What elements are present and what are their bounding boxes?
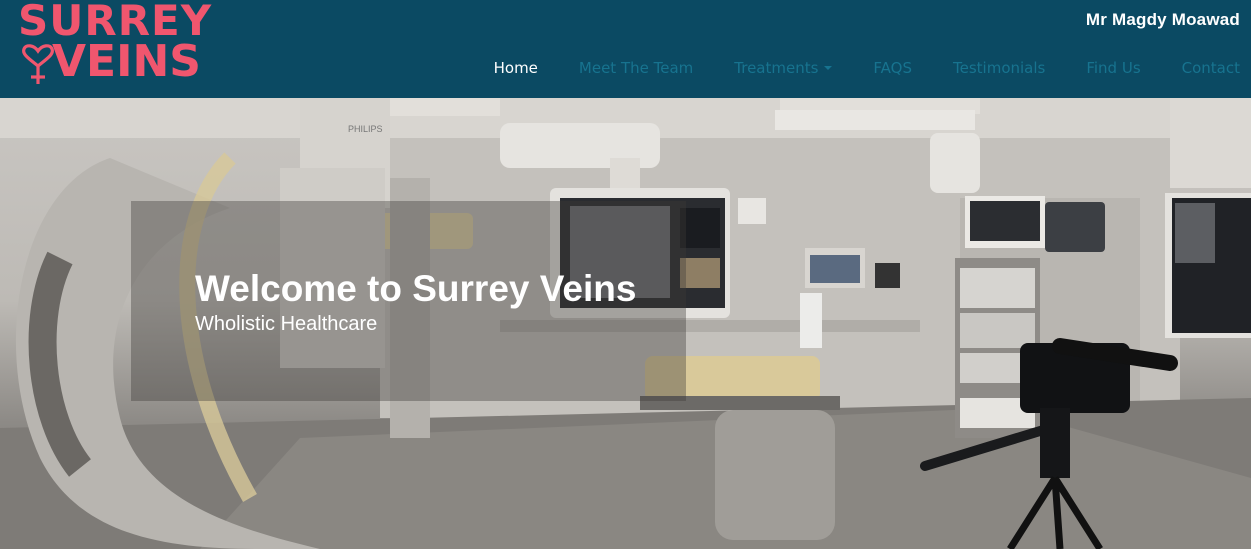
site-header: SURREY VEINS Mr Magdy Moawad Home Meet T… — [0, 0, 1251, 98]
main-nav: Home Meet The Team Treatments FAQS Testi… — [453, 57, 1240, 79]
nav-find-us[interactable]: Find Us — [1086, 59, 1140, 77]
nav-treatments-label: Treatments — [734, 59, 819, 77]
hero-title: Welcome to Surrey Veins — [195, 268, 637, 309]
philips-label: PHILIPS — [348, 124, 383, 134]
nav-contact[interactable]: Contact — [1182, 59, 1240, 77]
nav-meet-the-team-label: Meet The Team — [578, 59, 694, 77]
nav-testimonials-label: Testimonials — [953, 59, 1046, 77]
logo-text-veins: VEINS — [52, 36, 201, 87]
nav-testimonials[interactable]: Testimonials — [953, 59, 1045, 77]
nav-faqs-label: FAQS — [873, 59, 912, 77]
surrey-veins-logo[interactable]: SURREY VEINS — [18, 0, 223, 92]
chevron-down-icon — [824, 66, 833, 70]
nav-home-label: Home — [493, 59, 538, 77]
heart-venus-icon — [22, 44, 54, 84]
nav-meet-the-team[interactable]: Meet The Team — [579, 59, 693, 77]
nav-contact-label: Contact — [1181, 59, 1240, 77]
hero-subtitle: Wholistic Healthcare — [195, 313, 378, 335]
doctor-name: Mr Magdy Moawad — [1085, 10, 1240, 29]
nav-treatments[interactable]: Treatments — [734, 59, 833, 77]
nav-find-us-label: Find Us — [1086, 59, 1141, 77]
nav-faqs[interactable]: FAQS — [873, 59, 912, 77]
nav-home[interactable]: Home — [494, 59, 538, 77]
hero-banner: PHILIPS Welcome to Surrey Veins Wholisti… — [0, 98, 1251, 549]
